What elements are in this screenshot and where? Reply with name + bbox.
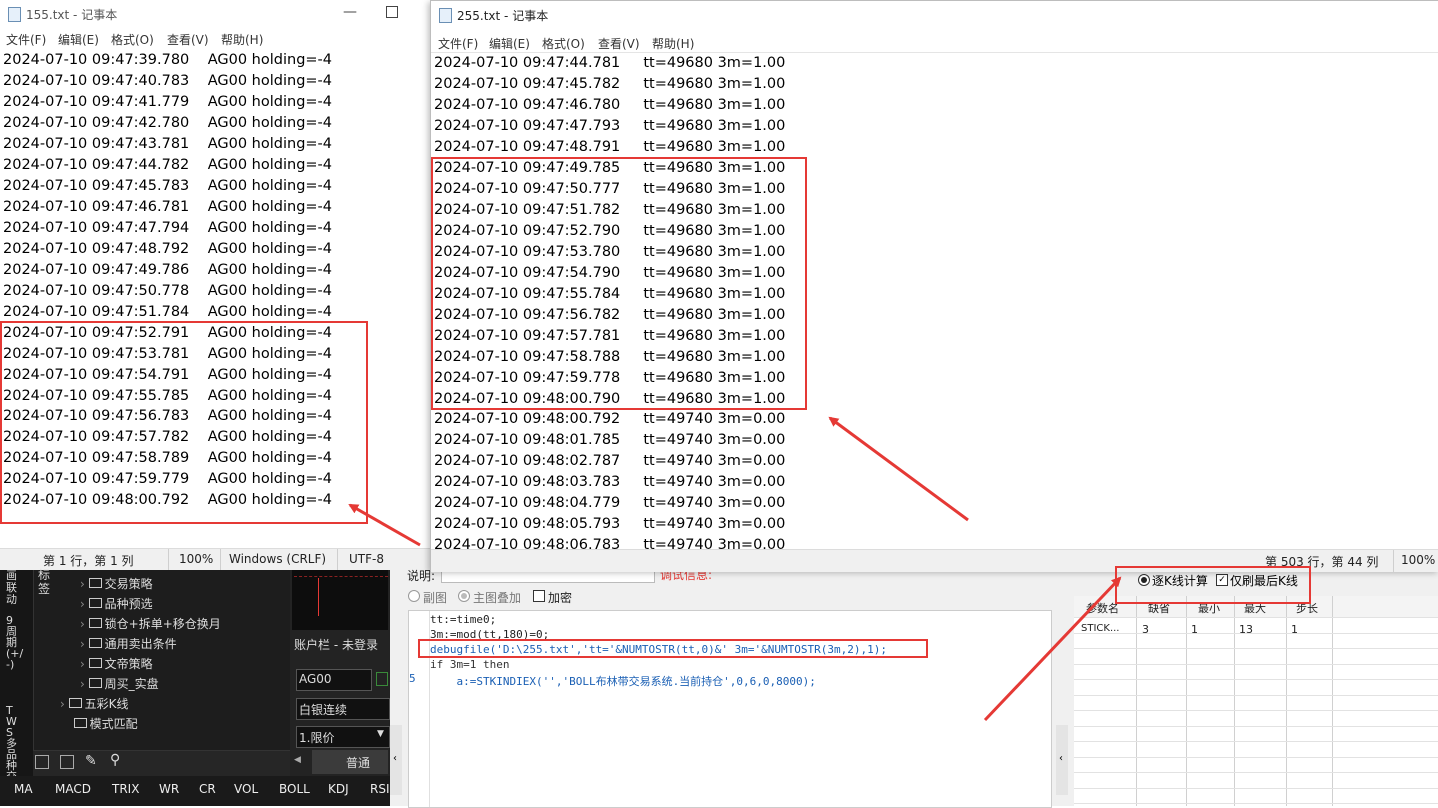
arrow-to-holding	[348, 503, 421, 547]
arrow-to-3m	[828, 416, 969, 522]
arrow-to-tick-calc	[983, 576, 1122, 722]
annotation-arrows	[348, 416, 1122, 722]
